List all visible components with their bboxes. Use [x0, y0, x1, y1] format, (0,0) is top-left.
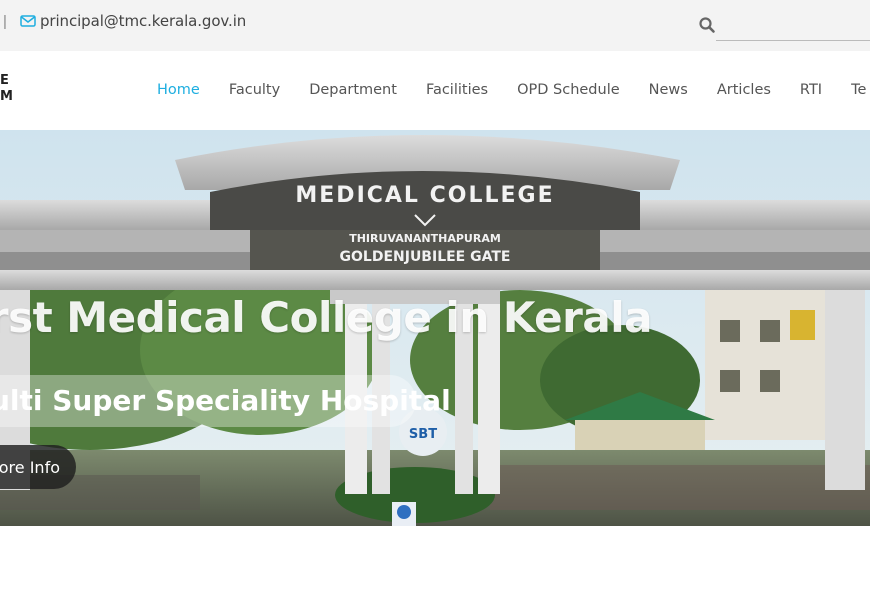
email-address: principal@tmc.kerala.gov.in [40, 12, 247, 30]
nav-item-te[interactable]: Te [851, 82, 866, 98]
nav-item-articles[interactable]: Articles [717, 82, 771, 98]
email-link[interactable]: principal@tmc.kerala.gov.in [20, 12, 246, 30]
more-info-button[interactable]: ore Info [0, 445, 76, 489]
gate-line-3: GOLDENJUBILEE GATE [340, 249, 511, 265]
sbt-sign: SBT [409, 427, 437, 442]
search-icon[interactable] [698, 16, 716, 34]
hero-title: irst Medical College in Kerala [0, 293, 652, 342]
hero-slider: MEDICAL COLLEGE THIRUVANANTHAPURAM GOLDE… [0, 130, 870, 526]
site-logo[interactable]: E M [0, 73, 13, 105]
logo-line-2: M [0, 89, 13, 104]
nav-item-facilities[interactable]: Facilities [426, 82, 488, 98]
main-nav: Home Faculty Department Facilities OPD S… [157, 82, 870, 98]
nav-item-news[interactable]: News [649, 82, 688, 98]
logo-line-1: E [0, 73, 9, 88]
search-input[interactable] [716, 12, 870, 41]
hero-subtitle: ulti Super Speciality Hospital [0, 384, 451, 417]
main-header: E M Home Faculty Department Facilities O… [0, 51, 870, 130]
nav-item-opd-schedule[interactable]: OPD Schedule [517, 82, 620, 98]
nav-item-faculty[interactable]: Faculty [229, 82, 280, 98]
nav-item-department[interactable]: Department [309, 82, 397, 98]
top-bar: | principal@tmc.kerala.gov.in [0, 0, 870, 51]
gate-line-1: MEDICAL COLLEGE [295, 183, 554, 208]
top-bar-separator: | [3, 13, 7, 30]
nav-item-rti[interactable]: RTI [800, 82, 822, 98]
envelope-icon [20, 15, 36, 27]
gate-line-2: THIRUVANANTHAPURAM [349, 232, 501, 245]
nav-item-home[interactable]: Home [157, 82, 200, 98]
